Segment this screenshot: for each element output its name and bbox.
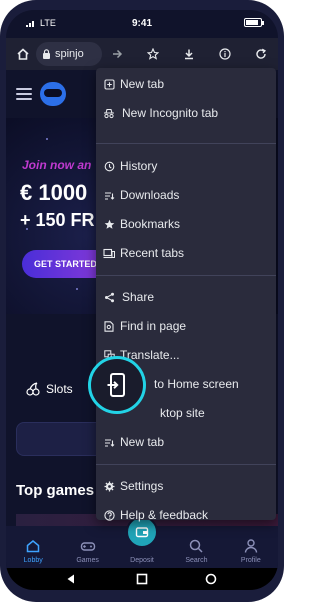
new-tab-icon [102,78,116,90]
nav-games[interactable]: Games [60,526,114,568]
browser-toolbar: spinjo [6,38,278,70]
add-to-home-icon [107,373,125,397]
menu-bookmarks-label: Bookmarks [120,217,181,231]
status-bar: LTE 9:41 [6,10,278,36]
bookmark-star-icon[interactable] [142,38,164,70]
menu-help-label: Help & feedback [120,508,209,522]
menu-new-tab-2[interactable]: New tab [96,428,276,456]
menu-find-in-page[interactable]: Find in page [96,312,276,340]
home-icon [25,537,41,555]
nav-profile[interactable]: Profile [224,526,278,568]
browser-overflow-menu: New tab New Incognito tab History Downlo… [96,68,276,522]
menu-recent-tabs[interactable]: Recent tabs [96,239,276,267]
status-time: 9:41 [131,18,152,29]
menu-history-label: History [120,159,158,173]
menu-new-tab-label: New tab [120,77,165,91]
menu-recent-tabs-label: Recent tabs [120,246,185,260]
menu-desktop-label: ktop site [160,406,205,420]
star-icon [102,219,116,230]
back-icon[interactable] [64,572,78,586]
nav-lobby-label: Lobby [23,557,43,564]
menu-new-tab-2-label: New tab [120,435,165,449]
menu-divider [96,143,276,144]
add-to-home-highlight[interactable] [88,356,146,414]
menu-divider [96,464,276,465]
reload-icon[interactable] [250,38,272,70]
screen: LTE 9:41 spinjo Join now an € 1000 + 150… [6,10,278,590]
menu-settings-label: Settings [120,479,164,493]
find-in-page-icon [102,320,116,332]
menu-add-home-label: to Home screen [154,377,239,391]
hero-spins: + 150 FR [20,210,95,230]
history-icon [102,161,116,172]
nav-search[interactable]: Search [169,526,223,568]
site-logo[interactable] [40,82,66,106]
menu-downloads[interactable]: Downloads [96,181,276,209]
gear-icon [102,481,116,492]
nav-deposit-label: Deposit [130,557,154,564]
menu-incognito-label: New Incognito tab [122,106,219,120]
system-nav-bar [6,568,278,590]
battery-icon [244,18,264,27]
list-icon [102,437,116,448]
help-icon [102,509,116,521]
cherry-icon [26,382,40,396]
menu-settings[interactable]: Settings [96,472,276,500]
profile-icon [243,537,259,555]
phone-frame: LTE 9:41 spinjo Join now an € 1000 + 150… [0,0,284,602]
share-icon [102,292,116,303]
top-games-heading: Top games [16,482,95,499]
nav-deposit[interactable]: Deposit [115,516,169,568]
menu-history[interactable]: History [96,152,276,180]
menu-downloads-label: Downloads [120,188,180,202]
gamepad-icon [80,537,96,555]
forward-icon[interactable] [106,38,128,70]
home-button-icon[interactable] [135,572,149,586]
nav-lobby[interactable]: Lobby [6,526,60,568]
info-icon[interactable] [214,38,236,70]
url-text: spinjo [55,48,84,60]
menu-divider [96,275,276,276]
nav-profile-label: Profile [240,557,261,564]
menu-find-label: Find in page [120,319,187,333]
downloads-icon [102,190,116,201]
menu-bookmarks[interactable]: Bookmarks [96,210,276,238]
menu-share[interactable]: Share [96,283,276,311]
hamburger-menu-icon[interactable] [16,88,32,100]
nav-games-label: Games [76,557,99,564]
devices-icon [102,248,116,259]
join-text: Join now an [22,158,92,172]
nav-search-label: Search [185,557,208,564]
home-icon[interactable] [12,38,34,70]
menu-share-label: Share [122,290,155,304]
menu-help-feedback[interactable]: Help & feedback [96,501,276,529]
slots-category[interactable]: Slots [26,382,73,396]
menu-new-tab[interactable]: New tab [96,70,276,98]
url-bar[interactable]: spinjo [36,42,102,66]
slots-label: Slots [46,382,73,396]
lock-icon [43,49,50,59]
menu-incognito[interactable]: New Incognito tab [96,99,276,127]
hero-amount: € 1000 [20,180,88,205]
download-icon[interactable] [178,38,200,70]
recents-icon[interactable] [204,572,218,586]
search-icon [188,537,204,555]
bottom-nav: Lobby Games Deposit Search Profile [6,516,278,568]
incognito-icon [102,108,116,119]
